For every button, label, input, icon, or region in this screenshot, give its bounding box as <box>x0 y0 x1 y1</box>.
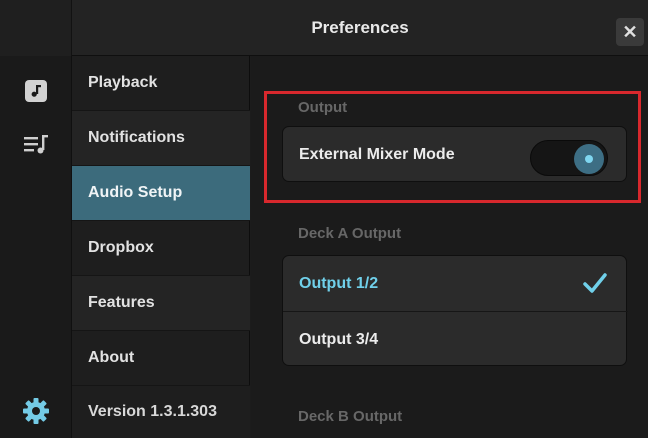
deck-a-output-card: Output 1/2 Output 3/4 <box>282 255 628 367</box>
preferences-nav: Playback Notifications Audio Setup Dropb… <box>72 56 250 438</box>
nav-item-label: Audio Setup <box>88 184 183 201</box>
preferences-window: Preferences ✕ Playback Notifications Aud… <box>0 0 648 438</box>
window-title: Preferences <box>311 18 409 37</box>
nav-item-label: Dropbox <box>88 239 154 256</box>
title-bar-spacer <box>0 0 72 56</box>
deck-a-option-output-3-4[interactable]: Output 3/4 <box>283 312 628 367</box>
music-note-icon <box>25 80 47 102</box>
close-button[interactable]: ✕ <box>616 18 644 46</box>
gear-icon <box>23 398 49 424</box>
nav-item-features[interactable]: Features <box>72 276 250 331</box>
deck-b-section-label: Deck B Output <box>298 408 403 425</box>
playlist-rail-button[interactable] <box>0 132 72 158</box>
icon-rail <box>0 56 72 438</box>
nav-item-label: About <box>88 349 135 366</box>
checkmark-icon <box>583 273 607 293</box>
nav-item-dropbox[interactable]: Dropbox <box>72 221 250 276</box>
nav-item-playback[interactable]: Playback <box>72 56 250 111</box>
nav-item-about[interactable]: About <box>72 331 250 386</box>
settings-rail-button[interactable] <box>0 394 72 428</box>
nav-item-label: Playback <box>88 74 158 91</box>
deck-a-section-label: Deck A Output <box>298 225 402 242</box>
playlist-icon <box>24 135 48 154</box>
annotation-highlight-box <box>264 91 641 203</box>
deck-a-option-output-1-2[interactable]: Output 1/2 <box>283 256 628 311</box>
nav-item-audio-setup[interactable]: Audio Setup <box>72 166 250 221</box>
nav-item-label: Notifications <box>88 129 185 146</box>
version-label: Version 1.3.1.303 <box>72 386 250 438</box>
title-bar: Preferences ✕ <box>0 0 648 56</box>
library-rail-button[interactable] <box>0 78 72 104</box>
nav-item-label: Features <box>88 294 155 311</box>
option-label: Output 3/4 <box>299 330 379 348</box>
nav-item-notifications[interactable]: Notifications <box>72 111 250 166</box>
option-label: Output 1/2 <box>299 274 379 292</box>
close-icon: ✕ <box>622 22 638 42</box>
